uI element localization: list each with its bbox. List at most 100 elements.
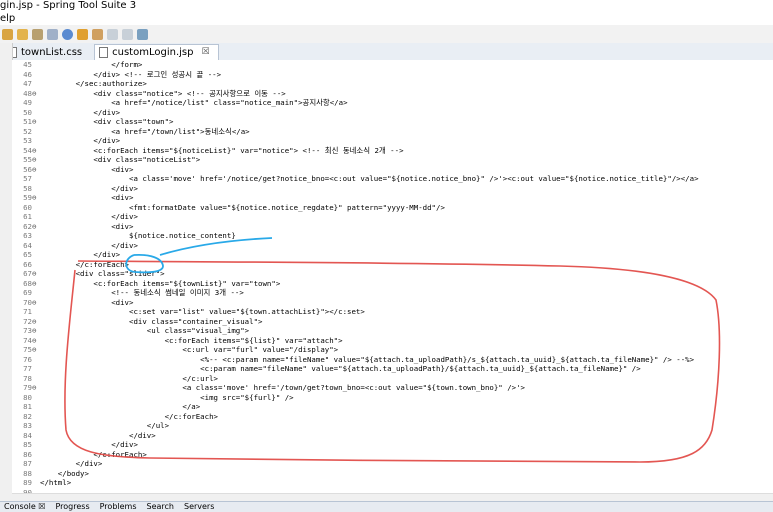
- open-folder-icon[interactable]: [17, 28, 28, 40]
- fold-icon[interactable]: ⊖: [32, 193, 40, 203]
- code-editor[interactable]: 45 </form> 46 </div> <!-- 로그인 성공시 끝 --> 47…: [12, 60, 773, 493]
- code-line[interactable]: 65 </div>: [12, 250, 773, 260]
- build-icon[interactable]: [32, 28, 43, 40]
- code-text: <a href="/town/list">동네소식</a>: [40, 126, 250, 136]
- code-line[interactable]: 69 <!-- 동네소식 썸네일 이미지 3개 -->: [12, 288, 773, 298]
- fold-icon[interactable]: ⊖: [32, 146, 40, 156]
- code-line[interactable]: 89 </html>: [12, 478, 773, 488]
- code-line[interactable]: 55⊖ <div class="noticeList">: [12, 155, 773, 165]
- fold-icon[interactable]: ⊖: [32, 279, 40, 289]
- code-line[interactable]: 56⊖ <div>: [12, 165, 773, 175]
- code-line[interactable]: 62⊖ <div>: [12, 222, 773, 232]
- code-line[interactable]: 84 </div>: [12, 431, 773, 441]
- new-icon[interactable]: [2, 28, 13, 40]
- code-text: </c:forEach>: [40, 411, 218, 421]
- close-icon[interactable]: ☒: [201, 45, 209, 60]
- fold-icon[interactable]: ⊖: [32, 269, 40, 279]
- code-line[interactable]: 81 </a>: [12, 402, 773, 412]
- code-line[interactable]: 53 </div>: [12, 136, 773, 146]
- line-number: 61: [23, 212, 32, 221]
- code-line[interactable]: 79⊖ <a class='move' href='/town/get?town…: [12, 383, 773, 393]
- code-line[interactable]: 63 ${notice.notice_content}: [12, 231, 773, 241]
- code-line[interactable]: 54⊖ <c:forEach items="${noticeList}" var…: [12, 146, 773, 156]
- code-text: <div>: [40, 193, 134, 202]
- code-line[interactable]: 58 </div>: [12, 184, 773, 194]
- code-text: </a>: [40, 402, 201, 411]
- code-line[interactable]: 67⊖ <div class="slider">: [12, 269, 773, 279]
- code-line[interactable]: 70⊖ <div>: [12, 298, 773, 308]
- code-text: <%-- <c:param name="fileName" value="${a…: [40, 354, 695, 364]
- tab-label: customLogin.jsp: [112, 47, 194, 58]
- run-icon[interactable]: [77, 28, 88, 40]
- line-number: 62: [23, 221, 32, 231]
- toolbar: [0, 25, 773, 44]
- code-line[interactable]: 64 </div>: [12, 241, 773, 251]
- window-title: gin.jsp - Spring Tool Suite 3: [0, 0, 773, 13]
- code-text: <div>: [40, 164, 134, 174]
- fold-icon[interactable]: ⊖: [32, 336, 40, 346]
- code-line[interactable]: 82 </c:forEach>: [12, 412, 773, 422]
- code-line[interactable]: 83 </ul>: [12, 421, 773, 431]
- fold-icon[interactable]: ⊖: [32, 165, 40, 175]
- code-line[interactable]: 46 </div> <!-- 로그인 성공시 끝 -->: [12, 70, 773, 80]
- line-number: 85: [23, 440, 32, 449]
- code-text: <div class="noticeList">: [40, 155, 201, 164]
- code-line[interactable]: 51⊖ <div class="town">: [12, 117, 773, 127]
- code-line[interactable]: 73⊖ <ul class="visual_img">: [12, 326, 773, 336]
- line-number: 46: [23, 69, 32, 79]
- fold-icon[interactable]: ⊖: [32, 383, 40, 393]
- code-line[interactable]: 85 </div>: [12, 440, 773, 450]
- code-line[interactable]: 47 </sec:authorize>: [12, 79, 773, 89]
- debug-icon[interactable]: [62, 28, 73, 40]
- code-line[interactable]: 49 <a href="/notice/list" class="notice_…: [12, 98, 773, 108]
- code-line[interactable]: 52 <a href="/town/list">동네소식</a>: [12, 127, 773, 137]
- code-line[interactable]: 45 </form>: [12, 60, 773, 70]
- code-line[interactable]: 61 </div>: [12, 212, 773, 222]
- code-line[interactable]: 75⊖ <c:url var="furl" value="/display">: [12, 345, 773, 355]
- line-number: 72: [23, 316, 32, 326]
- code-text: </c:forEach>: [40, 449, 147, 459]
- fold-icon[interactable]: ⊖: [32, 222, 40, 232]
- code-line[interactable]: 59⊖ <div>: [12, 193, 773, 203]
- code-line[interactable]: 66 </c:forEach>: [12, 260, 773, 270]
- bottom-panel-tabs: Console ☒ Progress Problems Search Serve…: [0, 501, 773, 512]
- back-icon[interactable]: [107, 28, 118, 40]
- fold-icon[interactable]: ⊖: [32, 155, 40, 165]
- fold-icon[interactable]: ⊖: [32, 117, 40, 127]
- code-line[interactable]: 87 </div>: [12, 459, 773, 469]
- fold-icon[interactable]: ⊖: [32, 89, 40, 99]
- code-line[interactable]: 86 </c:forEach>: [12, 450, 773, 460]
- code-line[interactable]: 50 </div>: [12, 108, 773, 118]
- line-number: 57: [23, 174, 32, 183]
- code-line[interactable]: 76 <%-- <c:param name="fileName" value="…: [12, 355, 773, 365]
- line-number: 45: [23, 60, 32, 69]
- code-line[interactable]: 78 </c:url>: [12, 374, 773, 384]
- tools-icon[interactable]: [92, 28, 103, 40]
- code-line[interactable]: 68⊖ <c:forEach items="${townList}" var="…: [12, 279, 773, 289]
- fold-icon[interactable]: ⊖: [32, 326, 40, 336]
- code-text: </div> <!-- 로그인 성공시 끝 -->: [40, 69, 222, 79]
- code-line[interactable]: 77 <c:param name="fileName" value="${att…: [12, 364, 773, 374]
- code-line[interactable]: 72⊖ <div class="container_visual">: [12, 317, 773, 327]
- tab-customlogin-jsp[interactable]: customLogin.jsp ☒: [94, 44, 219, 60]
- code-line[interactable]: 48⊖ <div class="notice"> <!-- 공지사항으로 이동 …: [12, 89, 773, 99]
- save-icon[interactable]: [47, 28, 58, 40]
- fold-icon[interactable]: ⊖: [32, 298, 40, 308]
- line-number: 56: [23, 164, 32, 174]
- perspective-icon[interactable]: [137, 28, 148, 40]
- code-line[interactable]: 57 <a class='move' href='/notice/get?not…: [12, 174, 773, 184]
- code-line[interactable]: 60 <fmt:formatDate value="${notice.notic…: [12, 203, 773, 213]
- code-line[interactable]: 74⊖ <c:forEach items="${list}" var="atta…: [12, 336, 773, 346]
- line-number: 81: [23, 402, 32, 411]
- code-line[interactable]: 71 <c:set var="list" value="${town.attac…: [12, 307, 773, 317]
- code-line[interactable]: 88 </body>: [12, 469, 773, 479]
- line-number: 64: [23, 240, 32, 250]
- line-number: 55: [23, 155, 32, 164]
- menu-item-help[interactable]: elp: [0, 13, 15, 24]
- tab-townlist-css[interactable]: townList.css: [4, 45, 90, 60]
- line-number: 89: [23, 478, 32, 487]
- fold-icon[interactable]: ⊖: [32, 317, 40, 327]
- fold-icon[interactable]: ⊖: [32, 345, 40, 355]
- code-line[interactable]: 80 <img src="${furl}" />: [12, 393, 773, 403]
- forward-icon[interactable]: [122, 28, 133, 40]
